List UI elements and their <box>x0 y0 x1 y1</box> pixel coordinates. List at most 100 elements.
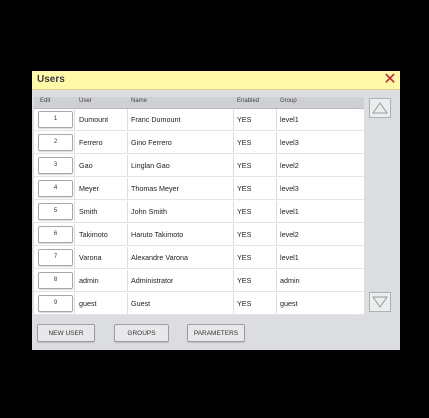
table-header: Edit User Name Enabled Group <box>34 97 364 109</box>
cell-group: admin <box>280 276 300 285</box>
column-divider <box>74 178 75 199</box>
col-header-enabled: Enabled <box>237 98 260 104</box>
column-divider <box>276 247 277 268</box>
column-divider <box>74 201 75 222</box>
column-divider <box>276 201 277 222</box>
cell-enabled: YES <box>237 184 252 193</box>
column-divider <box>127 201 128 222</box>
column-divider <box>276 155 277 176</box>
table-row: 9 guest Guest YES guest <box>34 293 364 315</box>
cell-user: Dumount <box>79 115 109 124</box>
col-header-name: Name <box>131 98 148 104</box>
edit-row-button[interactable]: 9 <box>38 295 73 312</box>
title-bar: Users ✕ <box>32 71 400 90</box>
cell-name: Haruto Takimoto <box>131 230 184 239</box>
column-divider <box>276 109 277 130</box>
cell-user: Takimoto <box>79 230 108 239</box>
column-divider <box>276 293 277 314</box>
column-divider <box>233 155 234 176</box>
cell-user: admin <box>79 276 99 285</box>
cell-enabled: YES <box>237 276 252 285</box>
cell-name: Gino Ferrero <box>131 138 172 147</box>
table-row: 7 Varona Alexandre Varona YES level1 <box>34 247 364 269</box>
edit-row-button[interactable]: 3 <box>38 157 73 174</box>
edit-row-button[interactable]: 6 <box>38 226 73 243</box>
cell-user: Varona <box>79 253 102 262</box>
column-divider <box>127 132 128 153</box>
table-row: 2 Ferrero Gino Ferrero YES level3 <box>34 132 364 154</box>
table-row: 8 admin Administrator YES admin <box>34 270 364 292</box>
cell-group: level1 <box>280 207 299 216</box>
edit-row-button[interactable]: 4 <box>38 180 73 197</box>
column-divider <box>74 270 75 291</box>
column-divider <box>276 224 277 245</box>
column-divider <box>127 270 128 291</box>
cell-group: level3 <box>280 184 299 193</box>
column-divider <box>127 109 128 130</box>
window-title: Users <box>37 74 65 85</box>
column-divider <box>127 178 128 199</box>
edit-row-button[interactable]: 2 <box>38 134 73 151</box>
groups-button[interactable]: GROUPS <box>114 324 169 342</box>
cell-enabled: YES <box>237 299 252 308</box>
cell-user: Ferrero <box>79 138 103 147</box>
cell-enabled: YES <box>237 161 252 170</box>
column-divider <box>276 132 277 153</box>
column-divider <box>74 109 75 130</box>
cell-name: Franc Dumount <box>131 115 181 124</box>
edit-row-button[interactable]: 7 <box>38 249 73 266</box>
cell-name: Administrator <box>131 276 174 285</box>
column-divider <box>233 247 234 268</box>
column-divider <box>233 178 234 199</box>
column-divider <box>276 178 277 199</box>
column-divider <box>127 293 128 314</box>
triangle-up-icon[interactable] <box>369 98 391 118</box>
cell-group: level3 <box>280 138 299 147</box>
table-body: 1 Dumount Franc Dumount YES level1 2 Ferrero Gi… <box>34 109 364 315</box>
action-bar: NEW USER GROUPS PARAMETERS <box>32 324 400 344</box>
column-divider <box>233 224 234 245</box>
column-divider <box>233 270 234 291</box>
column-divider <box>127 247 128 268</box>
cell-group: level1 <box>280 253 299 262</box>
column-divider <box>233 201 234 222</box>
column-divider <box>233 109 234 130</box>
cell-enabled: YES <box>237 230 252 239</box>
triangle-down-icon[interactable] <box>369 292 391 312</box>
column-divider <box>74 155 75 176</box>
col-header-user: User <box>79 98 92 104</box>
cell-enabled: YES <box>237 138 252 147</box>
cell-enabled: YES <box>237 253 252 262</box>
col-header-edit: Edit <box>40 98 51 104</box>
vertical-scrollbar[interactable] <box>369 97 399 327</box>
column-divider <box>127 155 128 176</box>
table-row: 1 Dumount Franc Dumount YES level1 <box>34 109 364 131</box>
cell-user: Smith <box>79 207 98 216</box>
column-divider <box>276 270 277 291</box>
cell-name: Linglan Gao <box>131 161 170 170</box>
cell-name: Guest <box>131 299 151 308</box>
column-divider <box>74 132 75 153</box>
edit-row-button[interactable]: 1 <box>38 111 73 128</box>
new-user-button[interactable]: NEW USER <box>37 324 95 342</box>
users-window: Users ✕ Edit User Name Enabled Group 1 Du… <box>32 71 400 350</box>
cell-group: level1 <box>280 115 299 124</box>
parameters-button[interactable]: PARAMETERS <box>187 324 245 342</box>
cell-name: Thomas Meyer <box>131 184 179 193</box>
table-row: 4 Meyer Thomas Meyer YES level3 <box>34 178 364 200</box>
cell-enabled: YES <box>237 115 252 124</box>
edit-row-button[interactable]: 8 <box>38 272 73 289</box>
edit-row-button[interactable]: 5 <box>38 203 73 220</box>
column-divider <box>74 224 75 245</box>
cell-group: guest <box>280 299 298 308</box>
table-row: 3 Gao Linglan Gao YES level2 <box>34 155 364 177</box>
column-divider <box>233 293 234 314</box>
cell-user: guest <box>79 299 97 308</box>
cell-name: John Smith <box>131 207 167 216</box>
cell-group: level2 <box>280 161 299 170</box>
cell-enabled: YES <box>237 207 252 216</box>
table-row: 6 Takimoto Haruto Takimoto YES level2 <box>34 224 364 246</box>
column-divider <box>74 293 75 314</box>
close-icon[interactable]: ✕ <box>382 72 398 88</box>
cell-name: Alexandre Varona <box>131 253 189 262</box>
